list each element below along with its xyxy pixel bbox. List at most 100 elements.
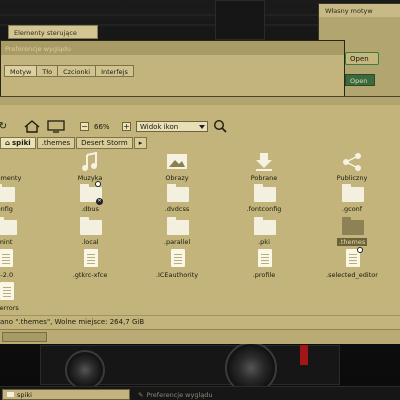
folder-icon: [78, 216, 102, 236]
breadcrumb-home[interactable]: ⌂ spiki: [0, 137, 36, 149]
share-icon: [340, 152, 364, 172]
file-label: lementy: [0, 174, 22, 182]
wallpaper-red-accent: [300, 345, 308, 365]
file-label: mint: [0, 238, 13, 246]
file-item[interactable]: .gconf: [317, 183, 387, 213]
file-item[interactable]: Obrazy: [142, 152, 212, 182]
file-item[interactable]: Pobrane: [229, 152, 299, 182]
brush-icon: ✎: [138, 390, 144, 399]
file-label: .pki: [258, 238, 270, 246]
taskbar-label: Preferencje wyglądu: [146, 390, 213, 399]
taskbar-item-file-manager[interactable]: spiki: [2, 389, 130, 400]
file-item[interactable]: .selected_editor: [317, 247, 387, 279]
file-item[interactable]: Muzyka: [55, 151, 125, 182]
taskbar: spiki ✎ Preferencje wyglądu: [0, 386, 400, 400]
file-label: .selected_editor: [326, 271, 378, 279]
file-label: .gconf: [341, 205, 363, 213]
window-title: Preferencje wyglądu: [1, 41, 344, 55]
file-label: .local: [81, 238, 99, 246]
taskbar-item-preferences[interactable]: ✎ Preferencje wyglądu: [134, 389, 254, 400]
close-icon: ✕: [96, 198, 103, 205]
lock-icon: [95, 181, 101, 187]
file-label: .fontconfig: [246, 205, 282, 213]
file-item[interactable]: c-2.0: [0, 249, 40, 279]
preferences-tabs: Motyw Tło Czcionki Interfejs: [4, 65, 134, 77]
tab-theme[interactable]: Motyw: [4, 65, 38, 77]
image-icon: [165, 152, 189, 172]
file-label: .ICEauthority: [155, 271, 199, 279]
folder-icon: [0, 216, 17, 236]
file-label: Publiczny: [336, 174, 368, 182]
breadcrumb: ⌂ spiki .themes Desert Storm ▸: [0, 137, 148, 149]
zoom-out-button[interactable]: −: [80, 122, 89, 131]
footer-button[interactable]: [2, 332, 47, 342]
breadcrumb-desert-storm[interactable]: Desert Storm: [76, 137, 133, 149]
file-label: .dvdcss: [164, 205, 190, 213]
taskbar-label: spiki: [17, 390, 32, 399]
file-manager-window[interactable]: ↻ − 66% + Widok ikon ⌂ spiki .themes Des…: [0, 96, 400, 344]
file-label: .dbus: [81, 205, 99, 213]
folder-icon: [165, 216, 189, 236]
tab-fonts[interactable]: Czcionki: [57, 65, 97, 77]
file-label: .parallel: [163, 238, 191, 246]
breadcrumb-label: spiki: [12, 139, 31, 147]
home-icon[interactable]: [22, 119, 42, 133]
folder-icon: [252, 216, 276, 236]
tab-interface[interactable]: Interfejs: [95, 65, 134, 77]
file-item[interactable]: Publiczny: [317, 152, 387, 182]
file-item[interactable]: .ICEauthority: [142, 249, 212, 279]
file-label: n-errors: [0, 304, 19, 312]
tab-background[interactable]: Tło: [36, 65, 59, 77]
folder-icon: [165, 183, 189, 203]
folder-icon: [0, 183, 15, 203]
file-label: c-2.0: [0, 271, 14, 279]
music-icon: [78, 151, 102, 172]
file-icon: [340, 247, 364, 269]
file-item[interactable]: mint: [0, 216, 40, 246]
file-label: config: [0, 205, 13, 213]
file-label: .profile: [252, 271, 276, 279]
home-icon: ⌂: [5, 139, 11, 147]
view-mode-select[interactable]: Widok ikon: [136, 121, 208, 132]
folder-icon: [7, 392, 14, 397]
status-bar: ano ".themes", Wolne miejsce: 264,7 GiB: [0, 315, 400, 327]
toolbar: ↻ − 66% + Widok ikon: [0, 119, 400, 133]
file-item[interactable]: config: [0, 183, 38, 213]
open-button-secondary[interactable]: Open: [345, 74, 375, 86]
breadcrumb-next[interactable]: ▸: [133, 137, 148, 149]
folder-icon: [252, 183, 276, 203]
chevron-down-icon: [199, 125, 205, 129]
file-item[interactable]: .pki: [229, 216, 299, 246]
folder-icon: [0, 152, 20, 172]
wallpaper-truck-window: [215, 0, 265, 40]
search-icon[interactable]: [211, 119, 229, 133]
lock-icon: [357, 247, 363, 253]
file-item-selected[interactable]: .themes: [317, 216, 387, 246]
file-icon: [78, 249, 102, 269]
zoom-level: 66%: [94, 123, 110, 131]
file-grid: lementy Muzyka Obrazy Pobrane Publiczny: [0, 151, 400, 315]
file-item[interactable]: .gtkrc-xfce: [55, 249, 125, 279]
file-label: .gtkrc-xfce: [72, 271, 108, 279]
refresh-icon[interactable]: ↻: [0, 119, 8, 133]
breadcrumb-themes[interactable]: .themes: [36, 137, 76, 149]
file-item[interactable]: ✕ .dbus: [55, 181, 125, 213]
file-label: .themes: [336, 238, 368, 246]
download-icon: [252, 152, 276, 172]
folder-icon: [340, 216, 364, 236]
file-item[interactable]: .parallel: [142, 216, 212, 246]
file-item[interactable]: .dvdcss: [142, 183, 212, 213]
zoom-in-button[interactable]: +: [122, 122, 131, 131]
file-item[interactable]: .profile: [229, 249, 299, 279]
file-item[interactable]: lementy: [0, 152, 43, 182]
open-button[interactable]: Open: [345, 52, 379, 65]
wallpaper-wheel: [65, 350, 105, 390]
folder-icon: [340, 183, 364, 203]
file-item[interactable]: n-errors: [0, 282, 41, 312]
tab-controls[interactable]: Elementy sterujące: [8, 25, 98, 39]
file-label: Pobrane: [250, 174, 278, 182]
file-item[interactable]: .fontconfig: [229, 183, 299, 213]
computer-icon[interactable]: [45, 119, 67, 133]
file-item[interactable]: .local: [55, 216, 125, 246]
window-footer: [0, 329, 400, 344]
